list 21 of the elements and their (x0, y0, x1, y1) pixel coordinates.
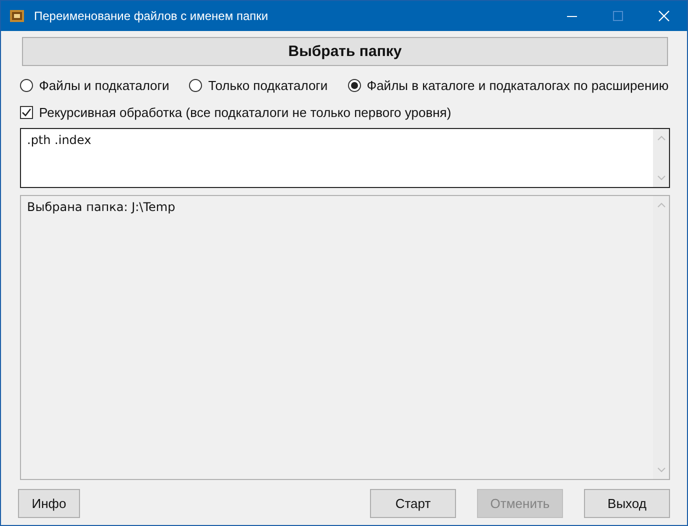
app-icon (9, 8, 25, 24)
window-title: Переименование файлов с именем папки (34, 9, 270, 23)
checkbox-label: Рекурсивная обработка (все подкаталоги не только первого уровня) (39, 104, 452, 120)
scroll-up-icon[interactable] (656, 202, 666, 208)
dialog-button[interactable]: Инфо (18, 489, 80, 518)
dialog-button[interactable]: Выход (584, 489, 670, 518)
radio-button[interactable] (20, 78, 33, 92)
log-area[interactable]: Выбрана папка: J:\Temp (20, 195, 670, 480)
extensions-field[interactable]: .pth .index (20, 128, 670, 188)
scrollbar[interactable] (653, 196, 669, 479)
radio-button[interactable] (348, 78, 361, 92)
scroll-down-icon[interactable] (656, 175, 666, 181)
select-folder-button[interactable]: Выбрать папку (22, 37, 668, 66)
scroll-up-icon[interactable] (656, 135, 666, 141)
log-text: Выбрана папка: J:\Temp (27, 200, 176, 214)
dialog-button[interactable]: Старт (370, 489, 456, 518)
scroll-down-icon[interactable] (656, 467, 666, 473)
checkbox[interactable] (20, 106, 33, 118)
extensions-text: .pth .index (27, 133, 92, 147)
scrollbar[interactable] (653, 129, 669, 187)
radio-button[interactable] (189, 78, 202, 92)
